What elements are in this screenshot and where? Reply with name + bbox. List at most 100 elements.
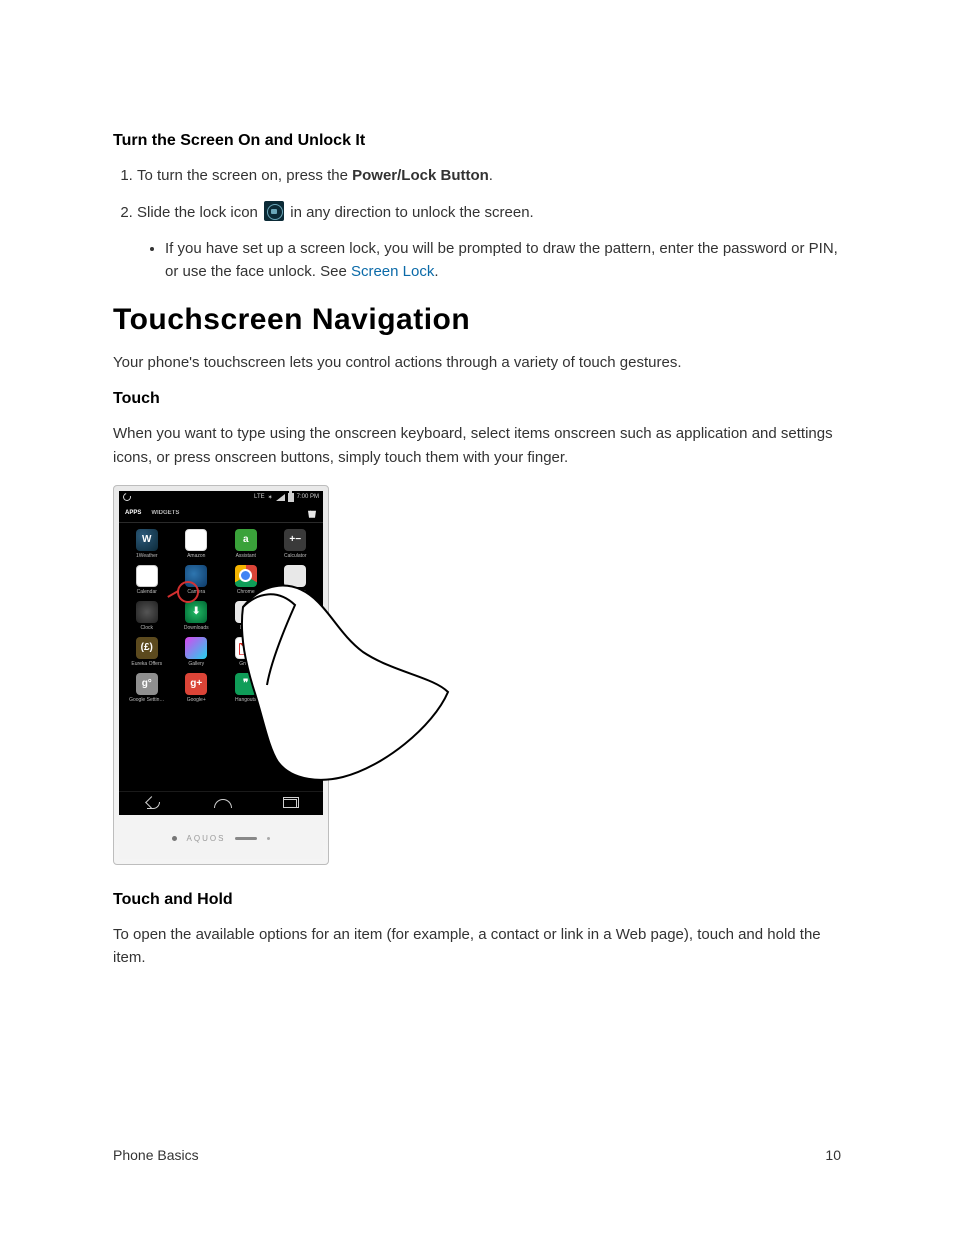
signal-icon	[276, 494, 285, 501]
wifi-icon: ✶	[268, 494, 273, 501]
step-1-text-a: To turn the screen on, press the	[137, 167, 352, 184]
step-2-sublist: If you have set up a screen lock, you wi…	[137, 237, 841, 284]
app-gmail[interactable]: Gmail	[224, 637, 268, 667]
chin-dot	[172, 836, 177, 841]
touch-indicator-icon	[177, 581, 199, 603]
tab-apps[interactable]: APPS	[125, 510, 141, 516]
app-chrome[interactable]: Chrome	[224, 565, 268, 595]
app-label: 1Weather	[127, 553, 167, 559]
app-gallery[interactable]: Gallery	[175, 637, 219, 667]
drive-icon	[235, 601, 257, 623]
footer-section: Phone Basics	[113, 1147, 199, 1163]
steps-list: To turn the screen on, press the Power/L…	[113, 164, 841, 283]
sub-text-b: .	[434, 263, 438, 280]
app-eureka-offers[interactable]: (£) Eureka Offers	[125, 637, 169, 667]
chrome-icon	[235, 565, 257, 587]
app-calculator[interactable]: +− Calculator	[274, 529, 318, 559]
step-1: To turn the screen on, press the Power/L…	[137, 164, 841, 187]
nav-back-icon[interactable]	[145, 798, 163, 808]
drawer-tabbar: APPS WIDGETS	[119, 504, 323, 523]
battery-icon	[288, 493, 294, 502]
lock-icon	[264, 201, 284, 221]
heading-touchscreen-navigation: Touchscreen Navigation	[113, 303, 841, 337]
app-downloads[interactable]: ⬇Downloads	[175, 601, 219, 631]
assistant-icon: a	[235, 529, 257, 551]
sub-text-a: If you have set up a screen lock, you wi…	[165, 240, 838, 280]
intro-paragraph: Your phone's touchscreen lets you contro…	[113, 351, 841, 374]
page-footer: Phone Basics 10	[113, 1147, 841, 1163]
power-lock-button-label: Power/Lock Button	[352, 167, 489, 184]
nav-recent-icon[interactable]	[283, 799, 297, 808]
tab-widgets[interactable]: WIDGETS	[151, 510, 179, 516]
calendar-icon: 31	[136, 565, 158, 587]
footer-page-number: 10	[825, 1147, 841, 1163]
heading-touch-and-hold: Touch and Hold	[113, 891, 841, 909]
step-2: Slide the lock icon in any direction to …	[137, 201, 841, 283]
app-label: Hangouts	[226, 697, 266, 703]
heading-turn-screen-on: Turn the Screen On and Unlock It	[113, 132, 841, 150]
touch-and-hold-paragraph: To open the available options for an ite…	[113, 923, 841, 970]
app-label: Lumen Toolbar	[275, 697, 315, 703]
gmail-icon	[235, 637, 257, 659]
downloads-icon: ⬇	[185, 601, 207, 623]
clock-time: 7:00 PM	[297, 494, 319, 500]
app-label: Calculator	[275, 553, 315, 559]
app-empty	[274, 637, 318, 667]
app-label: Clock	[127, 625, 167, 631]
gallery-icon	[185, 637, 207, 659]
app-clip-now[interactable]: Clip Now	[274, 565, 318, 595]
google-icon: g+	[185, 673, 207, 695]
google-settin-icon: g°	[136, 673, 158, 695]
nav-bar	[119, 791, 323, 815]
app-amazon[interactable]: Amazon	[175, 529, 219, 559]
step-2-text-a: Slide the lock icon	[137, 204, 262, 221]
app-label: Eureka Offers	[127, 661, 167, 667]
lumen-toolbar-icon	[284, 673, 306, 695]
clip-now-icon	[284, 565, 306, 587]
app-label: Assistant	[226, 553, 266, 559]
lte-label: LTE	[254, 494, 265, 500]
app-label: Drive	[226, 625, 266, 631]
eureka-offers-icon: (£)	[136, 637, 158, 659]
phone-screen: LTE ✶ 7:00 PM APPS WIDGETS W 1Weather Amaz…	[119, 491, 323, 815]
app-label: Chrome	[226, 589, 266, 595]
sync-icon	[122, 492, 133, 503]
shop-icon[interactable]	[307, 508, 317, 518]
app-google-settin[interactable]: g° Google Settin…	[125, 673, 169, 703]
app-label: Google Settin…	[127, 697, 167, 703]
step-2-text-b: in any direction to unlock the screen.	[286, 204, 534, 221]
app-google[interactable]: g+ Google+	[175, 673, 219, 703]
nav-home-icon[interactable]	[214, 799, 232, 808]
screen-lock-link[interactable]: Screen Lock	[351, 263, 434, 280]
app-label: Gmail	[226, 661, 266, 667]
app-1weather[interactable]: W 1Weather	[125, 529, 169, 559]
app-drive[interactable]: Drive	[224, 601, 268, 631]
app-calendar[interactable]: 31 Calendar	[125, 565, 169, 595]
status-right: LTE ✶ 7:00 PM	[254, 493, 319, 502]
app-grid: W 1Weather Amazon a Assistant +− Calculator 31 C…	[119, 523, 323, 705]
app-label: Calendar	[127, 589, 167, 595]
app-assistant[interactable]: a Assistant	[224, 529, 268, 559]
chin-small-dot	[267, 837, 270, 840]
brand-label: AQUOS	[187, 834, 226, 843]
phone-figure: LTE ✶ 7:00 PM APPS WIDGETS W 1Weather Amaz…	[113, 485, 329, 865]
touch-paragraph: When you want to type using the onscreen…	[113, 422, 841, 469]
app-lumen-toolbar[interactable]: Lumen Toolbar	[274, 673, 318, 703]
app-label: Amazon	[176, 553, 216, 559]
step-1-text-c: .	[489, 167, 493, 184]
hangouts-icon: ❞	[235, 673, 257, 695]
heading-touch: Touch	[113, 390, 841, 408]
status-bar: LTE ✶ 7:00 PM	[119, 491, 323, 504]
1weather-icon: W	[136, 529, 158, 551]
app-label: Gallery	[176, 661, 216, 667]
calculator-icon: +−	[284, 529, 306, 551]
app-label: Google+	[176, 697, 216, 703]
app-label: Clip Now	[275, 589, 315, 595]
step-2-sublist-item: If you have set up a screen lock, you wi…	[165, 237, 841, 284]
phone-chin: AQUOS	[119, 819, 323, 859]
app-empty	[274, 601, 318, 631]
document-page: Turn the Screen On and Unlock It To turn…	[0, 0, 954, 1235]
app-hangouts[interactable]: ❞ Hangouts	[224, 673, 268, 703]
amazon-icon	[185, 529, 207, 551]
app-clock[interactable]: Clock	[125, 601, 169, 631]
